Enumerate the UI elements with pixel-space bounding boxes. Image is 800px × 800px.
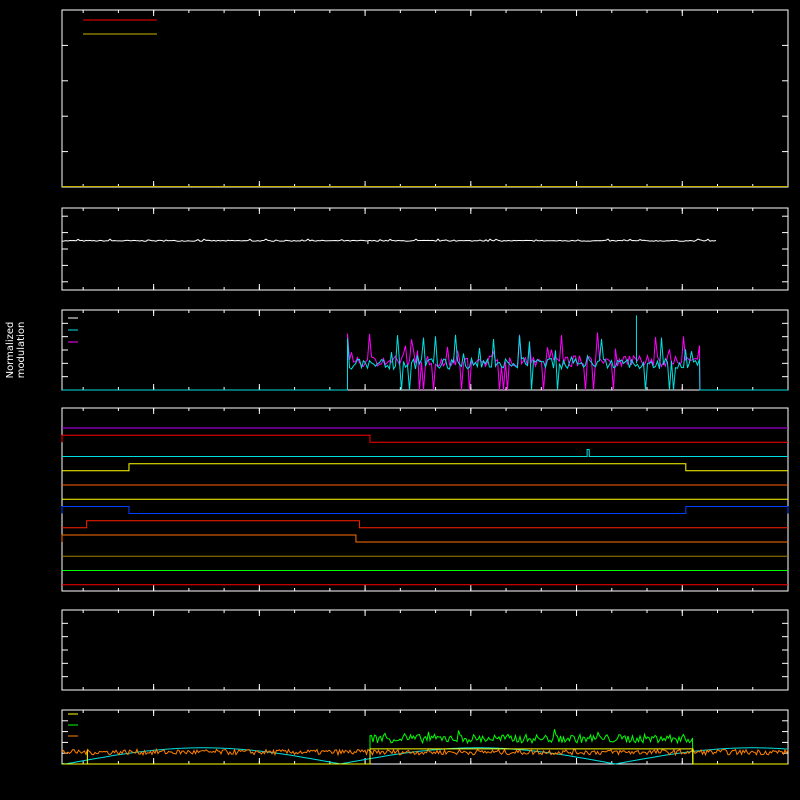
hessi-quicklook-panels: Normalized modulation <box>0 0 800 800</box>
ylabel: modulation <box>16 322 27 379</box>
ylabel: Normalized <box>5 322 16 379</box>
